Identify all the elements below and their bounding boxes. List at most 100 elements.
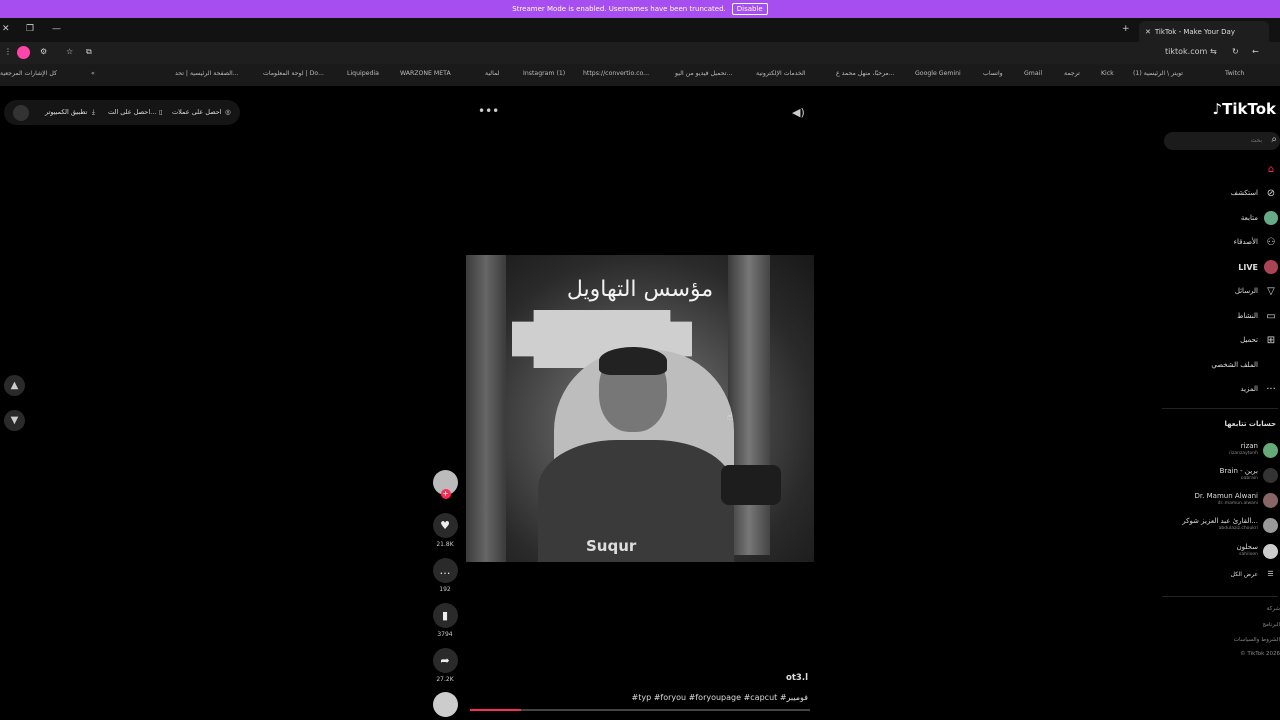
bookmark-item[interactable]: Gmail [1024, 70, 1042, 77]
url-field[interactable]: tiktok.com [1165, 47, 1207, 56]
account-item[interactable]: سحلون sahiloon [1162, 543, 1278, 559]
nav-item-home[interactable]: ⌂ [1162, 162, 1278, 176]
account-handle: rizanzaytonh [1228, 451, 1258, 456]
restore-icon[interactable]: ❐ [26, 24, 34, 34]
bookmark-item[interactable]: Liquipedia [347, 70, 379, 77]
previous-video-button[interactable]: ▲ [4, 375, 25, 396]
bookmark-item[interactable]: لمالية [485, 70, 499, 77]
nav-item-activity[interactable]: النشاط ▭ [1162, 309, 1278, 323]
sidebar: ♪TikTok بحث ⌕ ⌂ استكشف ⊘ متابعة الأصدقاء… [1160, 96, 1280, 720]
video-progress-bar[interactable] [470, 709, 810, 711]
close-tab-icon[interactable]: ✕ [1145, 28, 1151, 36]
bookmark-star-icon[interactable]: ☆ [66, 47, 73, 56]
bookmark-item[interactable]: تحميل فيديو من اليو... [675, 70, 732, 77]
bookmark-item[interactable]: الخدمات الإلكترونية [756, 70, 806, 77]
friends-icon: ⚇ [1266, 236, 1276, 248]
see-all-link[interactable]: عرض الكل ☰ [1162, 570, 1278, 578]
profile-avatar[interactable] [17, 46, 30, 59]
site-settings-icon[interactable]: ⇆ [1210, 47, 1217, 56]
bookmark-item[interactable]: كل الإشارات المرجعية [0, 70, 57, 77]
volume-icon[interactable]: ◀) [792, 106, 805, 119]
bookmark-item[interactable]: ترجمة [1064, 70, 1080, 77]
disable-button[interactable]: Disable [731, 3, 768, 15]
activity-icon: ▭ [1266, 310, 1276, 322]
share-button[interactable]: ➦ [432, 648, 458, 673]
tab-bar: ✕ ❐ — + ✕ TikTok - Make Your Day [0, 18, 1280, 42]
tab-tiktok[interactable]: ✕ TikTok - Make Your Day [1139, 21, 1269, 42]
post-author[interactable]: ot3.l [600, 673, 808, 683]
phone-icon: ▯ [159, 108, 163, 116]
extensions-icon[interactable]: ⚙ [40, 47, 47, 56]
creator-avatar[interactable]: + [432, 470, 458, 499]
footer-link[interactable]: شركة [1267, 606, 1280, 612]
nav-item-explore[interactable]: استكشف ⊘ [1162, 186, 1278, 200]
bookmark-item[interactable]: واتساب [983, 70, 1003, 77]
video-progress-fill [470, 709, 521, 711]
bookmark-item[interactable]: WARZONE META [400, 70, 451, 77]
next-video-button[interactable]: ▼ [4, 410, 25, 431]
account-name: القارئ عبد العزيز شوكر... [1182, 517, 1258, 525]
account-item[interactable]: القارئ عبد العزيز شوكر... abdulaziz.chouk… [1162, 517, 1278, 533]
bookmark-item[interactable]: الصفحة الرئيسية | تحد... [175, 70, 239, 77]
nav-item-profile[interactable]: الملف الشخصي [1162, 358, 1278, 372]
bookmark-item[interactable]: Twitch [1225, 70, 1244, 77]
comment-icon: … [439, 564, 451, 577]
bookmark-item[interactable]: Kick [1101, 70, 1114, 77]
account-handle: oabrain [1240, 476, 1258, 481]
account-item[interactable]: Dr. Mamun Alwani dr..mamun.alwani [1162, 492, 1278, 508]
bookmark-icon: ▮ [441, 609, 449, 622]
minimize-icon[interactable]: — [52, 24, 61, 34]
address-bar: ⋮ ⚙ ☆ ⧉ tiktok.com ⇆ ↻ ← [0, 42, 1280, 64]
back-icon[interactable]: ← [1252, 47, 1259, 56]
nav-item-upload[interactable]: تحميل ⊞ [1162, 333, 1278, 347]
nav-item-following[interactable]: متابعة [1162, 211, 1278, 225]
save-button[interactable]: ▮ [432, 603, 458, 628]
upload-icon: ⊞ [1266, 334, 1276, 346]
menu-icon[interactable]: ⋮ [4, 47, 12, 56]
follow-plus-icon[interactable]: + [440, 489, 451, 499]
compass-icon: ⊘ [1266, 187, 1276, 199]
like-count: 21.8K [436, 541, 454, 548]
footer-link[interactable]: البرنامج [1262, 622, 1280, 628]
nav-item-live[interactable]: LIVE [1162, 260, 1278, 274]
nav-item-friends[interactable]: الأصدقاء ⚇ [1162, 235, 1278, 249]
streamer-mode-banner: Streamer Mode is enabled. Usernames have… [0, 0, 1280, 18]
avatar[interactable] [13, 105, 29, 121]
share-icon[interactable]: ⧉ [86, 47, 92, 57]
bookmark-item[interactable]: https://convertio.co... [583, 70, 649, 77]
more-options-icon[interactable]: ••• [478, 104, 499, 118]
bookmark-item[interactable]: تويتر \ الرئيسية (1) [1133, 70, 1183, 77]
nav-item-more[interactable]: المزيد ··· [1162, 382, 1278, 396]
sound-disc[interactable] [432, 692, 458, 717]
avatar [1263, 467, 1278, 483]
divider [1162, 596, 1278, 597]
get-coins-link[interactable]: احصل على عملات [172, 108, 222, 116]
tiktok-logo[interactable]: ♪TikTok [1213, 100, 1276, 118]
action-bar: + ♥ 21.8K … 192 ▮ 3794 ➦ 27.2K [430, 470, 460, 717]
get-app-link[interactable]: احصل على الت... [108, 108, 156, 116]
copyright: © TikTok 2026 [1240, 651, 1280, 657]
bookmark-item[interactable]: Google Gemini [915, 70, 961, 77]
close-window-icon[interactable]: ✕ [2, 24, 10, 34]
desktop-app-link[interactable]: تطبيق الكمبيوتر [45, 108, 87, 116]
bookmark-item[interactable]: مرحبًا، منهل محمد ع... [836, 70, 895, 77]
comment-button[interactable]: … [432, 558, 458, 583]
video-person-hair [599, 347, 667, 375]
search-icon[interactable]: ⌕ [1271, 134, 1277, 145]
download-icon: ⤓ [92, 108, 95, 116]
post-hashtags[interactable]: #typ #foryou #foryoupage #capcut #فوميبر [600, 693, 808, 702]
nav-item-messages[interactable]: الرسائل ▽ [1162, 284, 1278, 298]
like-button[interactable]: ♥ [432, 513, 458, 538]
account-item[interactable]: Brain - برين oabrain [1162, 467, 1278, 483]
account-item[interactable]: rizan rizanzaytonh [1162, 442, 1278, 458]
chevron-left-icon[interactable]: « [91, 70, 95, 77]
new-tab-icon[interactable]: + [1122, 24, 1130, 34]
video-player[interactable]: مؤسس التهاويل Suqur [466, 255, 814, 562]
footer-link[interactable]: الشروط والسياسات [1234, 637, 1280, 643]
search-input[interactable]: بحث ⌕ [1164, 132, 1280, 150]
live-icon [1264, 260, 1278, 274]
bookmark-item[interactable]: لوحة المعلومات | Do... [263, 70, 324, 77]
reload-icon[interactable]: ↻ [1232, 47, 1239, 56]
bookmark-item[interactable]: Instagram (1) [523, 70, 565, 77]
tiktok-note-icon: ♪ [1212, 100, 1223, 118]
